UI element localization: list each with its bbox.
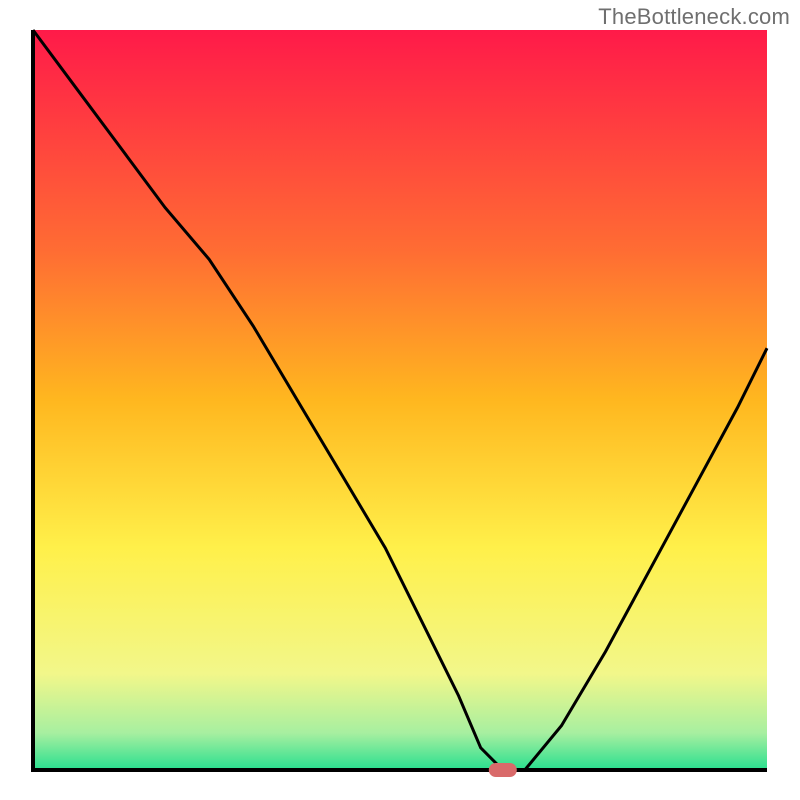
chart-container: TheBottleneck.com xyxy=(0,0,800,800)
min-marker xyxy=(489,763,517,777)
chart-svg xyxy=(0,0,800,800)
plot-background xyxy=(33,30,767,770)
watermark-text: TheBottleneck.com xyxy=(598,4,790,30)
